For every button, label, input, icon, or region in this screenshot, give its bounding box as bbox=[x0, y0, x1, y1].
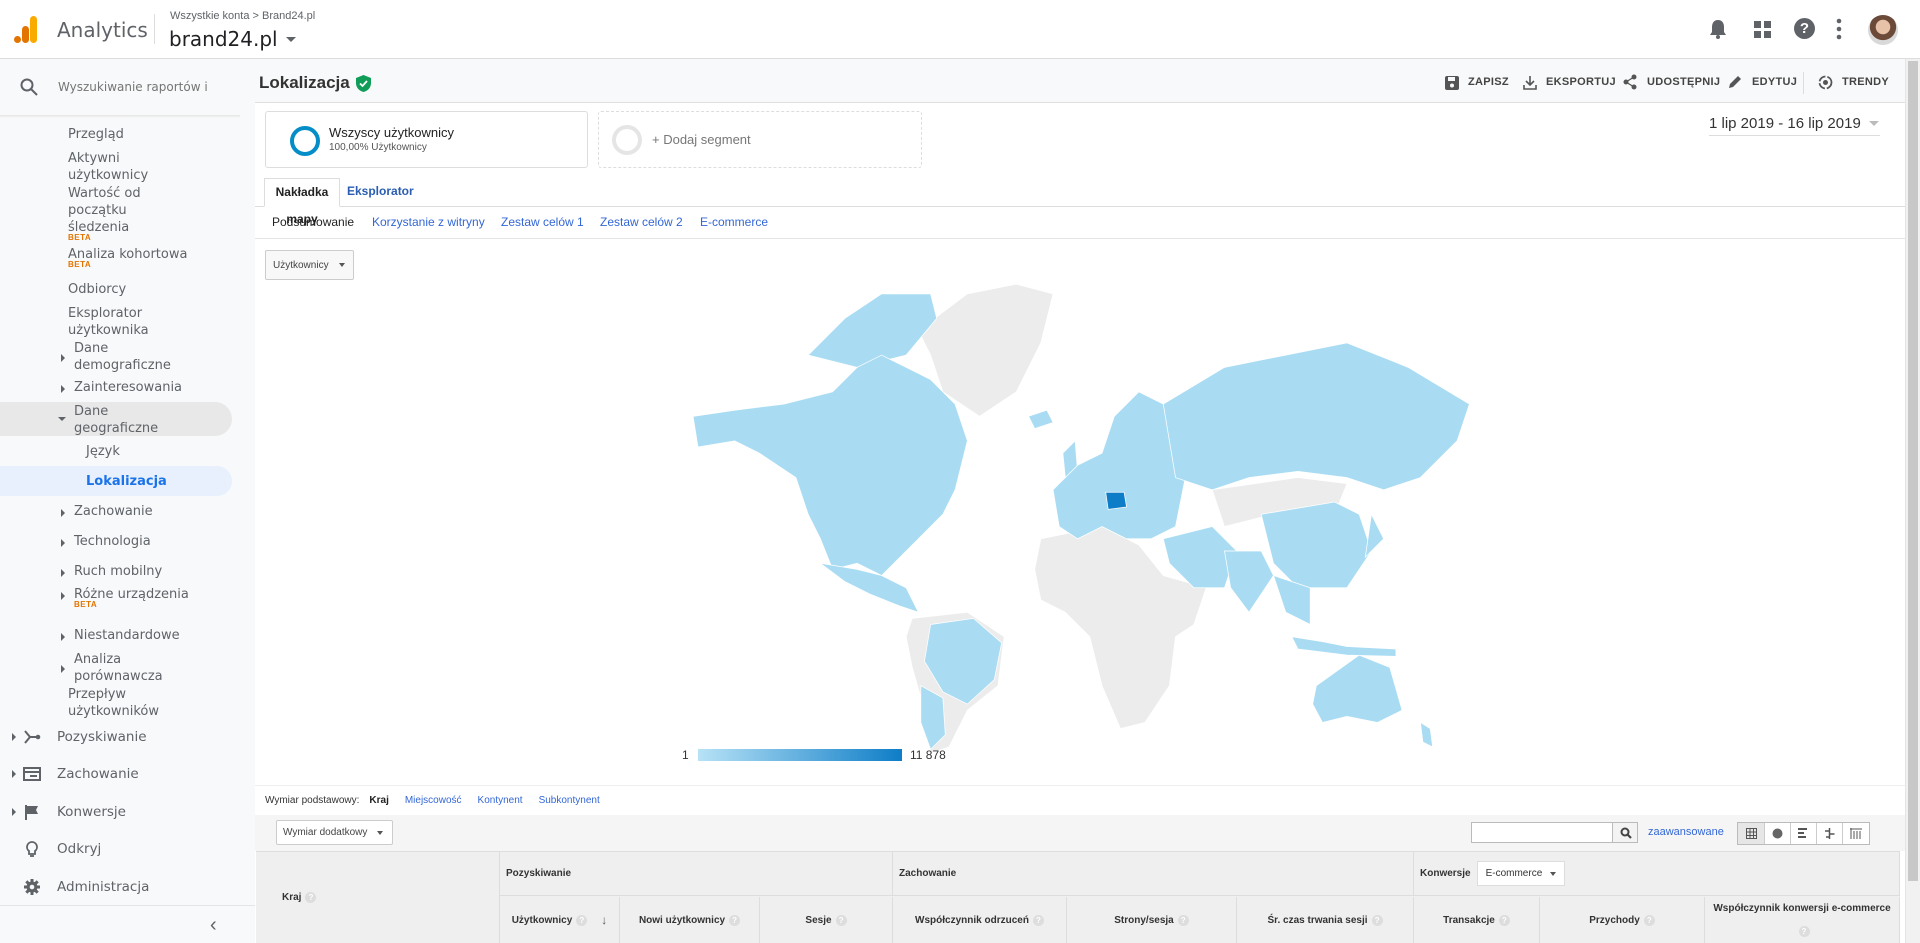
divider bbox=[255, 785, 1905, 786]
country-poland[interactable] bbox=[1105, 491, 1127, 510]
country-russia[interactable] bbox=[1162, 342, 1470, 491]
column-group-label: Konwersje bbox=[1420, 868, 1471, 879]
view-switcher bbox=[1737, 822, 1870, 845]
column-header[interactable]: Współczynnik konwersji e-commerce? bbox=[1705, 897, 1900, 943]
country-mexico[interactable] bbox=[820, 562, 920, 613]
country-canada-arctic[interactable] bbox=[807, 293, 938, 368]
conversion-type-value: E-commerce bbox=[1485, 868, 1543, 879]
help-icon[interactable]: ? bbox=[1643, 914, 1655, 926]
legend-max: 11 878 bbox=[910, 748, 946, 762]
performance-view-icon[interactable] bbox=[1791, 823, 1817, 844]
country-india[interactable] bbox=[1224, 550, 1274, 613]
table-search-input[interactable] bbox=[1471, 822, 1613, 843]
country-iceland[interactable] bbox=[1028, 409, 1054, 430]
caret-down-icon bbox=[377, 830, 384, 835]
column-header[interactable]: Transakcje? bbox=[1414, 897, 1540, 943]
column-header[interactable]: Współczynnik odrzuceń? bbox=[893, 897, 1067, 943]
help-icon[interactable]: ? bbox=[305, 892, 317, 903]
column-group-label: Zachowanie bbox=[899, 868, 957, 879]
sort-desc-icon[interactable]: ↓ bbox=[601, 913, 607, 927]
primary-dimension-label: Wymiar podstawowy: bbox=[265, 795, 360, 806]
column-label: Użytkownicy bbox=[511, 914, 573, 926]
primary-dimension: Wymiar podstawowy: Kraj Miejscowość Kont… bbox=[265, 795, 600, 806]
help-icon[interactable]: ? bbox=[576, 914, 588, 926]
help-icon[interactable]: ? bbox=[1798, 926, 1810, 937]
conversion-type-select[interactable]: E-commerce bbox=[1476, 861, 1566, 886]
secondary-dimension-select[interactable]: Wymiar dodatkowy bbox=[276, 820, 393, 845]
column-label: Śr. czas trwania sesji bbox=[1267, 914, 1368, 926]
column-label: Przychody bbox=[1589, 914, 1640, 926]
column-group: Pozyskiwanie bbox=[500, 852, 893, 896]
help-icon[interactable]: ? bbox=[1032, 914, 1044, 926]
column-header[interactable]: Śr. czas trwania sesji? bbox=[1237, 897, 1414, 943]
country-indonesia[interactable] bbox=[1291, 636, 1397, 657]
dimension-city[interactable]: Miejscowość bbox=[405, 795, 462, 806]
country-north-america[interactable] bbox=[692, 354, 968, 576]
dimension-subcontinent[interactable]: Subkontynent bbox=[539, 795, 600, 806]
scrollbar-thumb[interactable] bbox=[1908, 61, 1918, 881]
column-group-label: Pozyskiwanie bbox=[506, 868, 572, 879]
column-label: Sesje bbox=[805, 914, 832, 926]
column-label: Strony/sesja bbox=[1114, 914, 1174, 926]
help-icon[interactable]: ? bbox=[729, 914, 741, 926]
column-label: Transakcje bbox=[1443, 914, 1495, 926]
country-china[interactable] bbox=[1260, 501, 1372, 589]
column-label: Nowi użytkownicy bbox=[638, 914, 726, 926]
help-icon[interactable]: ? bbox=[1371, 914, 1383, 926]
column-group: Zachowanie bbox=[893, 852, 1414, 896]
country-australia[interactable] bbox=[1312, 654, 1403, 723]
country-new-zealand[interactable] bbox=[1419, 721, 1434, 748]
country-japan[interactable] bbox=[1364, 513, 1385, 559]
help-icon[interactable]: ? bbox=[835, 914, 847, 926]
column-country[interactable]: Kraj? bbox=[256, 852, 500, 943]
column-label: Współczynnik konwersji e-commerce bbox=[1713, 903, 1891, 914]
secondary-dimension-label: Wymiar dodatkowy bbox=[283, 827, 368, 838]
search-icon bbox=[1620, 827, 1632, 839]
table-search-button[interactable] bbox=[1612, 822, 1638, 843]
column-header[interactable]: Sesje? bbox=[760, 897, 893, 943]
column-group: Konwersje E-commerce bbox=[1414, 852, 1900, 896]
help-icon[interactable]: ? bbox=[1177, 914, 1189, 926]
advanced-filter-link[interactable]: zaawansowane bbox=[1648, 826, 1724, 838]
dimension-continent[interactable]: Kontynent bbox=[478, 795, 523, 806]
column-header[interactable]: Nowi użytkownicy? bbox=[620, 897, 760, 943]
caret-down-icon bbox=[1550, 871, 1557, 876]
dimension-country[interactable]: Kraj bbox=[369, 795, 388, 806]
legend-min: 1 bbox=[682, 748, 689, 762]
column-header[interactable]: Użytkownicy? ↓ bbox=[500, 897, 620, 943]
pie-view-icon[interactable] bbox=[1765, 823, 1791, 844]
pivot-view-icon[interactable] bbox=[1843, 823, 1869, 844]
comparison-view-icon[interactable] bbox=[1817, 823, 1843, 844]
column-header[interactable]: Przychody? bbox=[1540, 897, 1705, 943]
column-label: Współczynnik odrzuceń bbox=[915, 914, 1029, 926]
help-icon[interactable]: ? bbox=[1498, 914, 1510, 926]
map-legend-gradient bbox=[698, 749, 902, 761]
column-label: Kraj bbox=[282, 892, 302, 903]
table-view-icon[interactable] bbox=[1738, 823, 1765, 844]
page-scrollbar[interactable] bbox=[1905, 59, 1920, 943]
column-header[interactable]: Strony/sesja? bbox=[1067, 897, 1237, 943]
